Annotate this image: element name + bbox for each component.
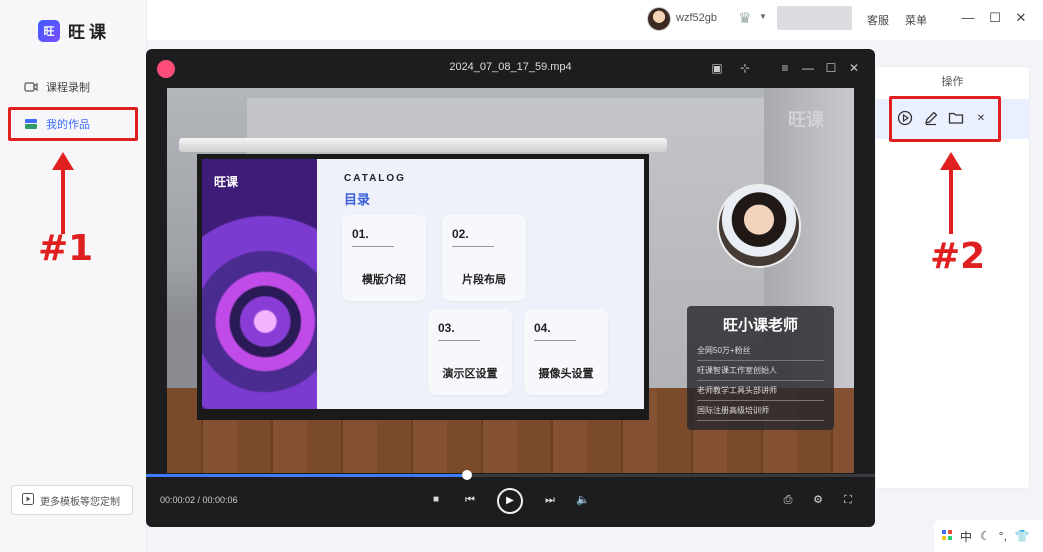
maximize-icon[interactable]: ☐ <box>987 10 1003 26</box>
catalog-card: 02. 片段布局 <box>442 215 526 301</box>
teacher-name: 旺小课老师 <box>722 317 798 334</box>
annotation-label-2: #2 <box>930 236 986 277</box>
projector-rail <box>179 138 667 152</box>
ime-toolbar: 中 ☾ °, 👕 <box>934 520 1043 552</box>
card-number: 02. <box>452 227 469 241</box>
card-line <box>352 246 394 247</box>
card-line <box>534 340 576 341</box>
progress-fill <box>146 474 467 477</box>
pin-icon[interactable]: ⊹ <box>737 60 753 76</box>
playlist-icon[interactable]: ≡ <box>777 60 793 76</box>
punctuation-icon[interactable]: °, <box>999 529 1007 543</box>
ime-language-toggle[interactable]: 中 <box>960 528 972 545</box>
teacher-info-line: 国际注册高级培训师 <box>697 401 824 421</box>
card-number: 01. <box>352 227 369 241</box>
account-placeholder <box>777 6 852 30</box>
player-minimize-icon[interactable]: — <box>800 60 816 76</box>
video-title: 2024_07_08_17_59.mp4 <box>449 61 572 73</box>
settings-icon[interactable]: ⚙ <box>809 491 827 509</box>
catalog-card: 01. 模版介绍 <box>342 215 426 301</box>
card-number: 04. <box>534 321 551 335</box>
play-square-icon <box>22 492 34 508</box>
sidebar: 旺 旺课 课程录制 我的作品 更多模板等您定制 <box>0 0 147 552</box>
edit-icon[interactable] <box>922 109 940 127</box>
next-icon[interactable]: ⏭ <box>541 491 559 509</box>
card-number: 03. <box>438 321 455 335</box>
catalog-card: 03. 演示区设置 <box>428 309 512 395</box>
delete-icon[interactable]: ✕ <box>972 109 990 127</box>
previous-icon[interactable]: ⏮ <box>461 491 479 509</box>
projection-screen: 旺课 CATALOG 目录 01. 模版介绍 02. 片段布局 03. 演示区设… <box>197 154 649 420</box>
card-line <box>452 246 494 247</box>
close-icon[interactable]: ✕ <box>1013 10 1029 26</box>
moon-icon[interactable]: ☾ <box>980 529 991 543</box>
teacher-info-card: 旺小课老师 全网50万+粉丝 旺课智课工作室创始人 老师教学工具头部讲师 国际注… <box>687 306 834 430</box>
slide-graphic: 旺课 <box>202 159 317 409</box>
annotation-arrow-1-line <box>61 168 65 234</box>
slide-heading: 目录 <box>344 192 371 207</box>
card-label: 摄像头设置 <box>538 368 594 380</box>
video-watermark: 旺课 <box>788 110 824 130</box>
shirt-icon[interactable]: 👕 <box>1015 529 1030 543</box>
teacher-info-line: 全网50万+粉丝 <box>697 341 824 361</box>
annotation-label-1: #1 <box>38 228 94 269</box>
menu-link[interactable]: 菜单 <box>905 12 927 28</box>
stop-icon[interactable]: ■ <box>427 491 445 509</box>
teacher-info-line: 旺课智课工作室创始人 <box>697 361 824 381</box>
more-templates-label: 更多模板等您定制 <box>40 496 120 508</box>
annotation-box-1 <box>8 107 138 141</box>
customer-service-link[interactable]: 客服 <box>867 12 889 28</box>
player-maximize-icon[interactable]: ☐ <box>823 60 839 76</box>
video-frame[interactable]: 旺课 旺课 CATALOG 目录 01. 模版介绍 02. 片段布局 03. 演… <box>167 88 854 473</box>
fullscreen-icon[interactable]: ⛶ <box>839 491 857 509</box>
player-title-bar: 2024_07_08_17_59.mp4 ▣ ⊹ ≡ — ☐ ✕ <box>146 49 875 87</box>
minimize-icon[interactable]: — <box>960 10 976 25</box>
card-label: 演示区设置 <box>442 368 498 380</box>
picture-in-picture-icon[interactable]: ▣ <box>709 60 725 76</box>
chevron-down-icon[interactable]: ▼ <box>759 12 767 21</box>
card-label: 片段布局 <box>462 274 506 286</box>
slide-catalog: CATALOG <box>344 173 406 184</box>
teacher-portrait <box>717 184 801 268</box>
slide: 旺课 CATALOG 目录 01. 模版介绍 02. 片段布局 03. 演示区设… <box>202 159 644 409</box>
video-record-icon <box>24 81 38 93</box>
sidebar-item-course-recording[interactable]: 课程录制 <box>14 74 134 100</box>
operations-header: 操作 <box>941 76 964 88</box>
ime-grid-icon[interactable] <box>942 529 952 543</box>
play-icon[interactable] <box>896 109 914 127</box>
volume-icon[interactable]: 🔈 <box>574 491 592 509</box>
progress-bar[interactable] <box>146 470 875 480</box>
teacher-info-line: 老师教学工具头部讲师 <box>697 381 824 401</box>
top-bar: wzf52gb ♛ ▼ 客服 菜单 — ☐ ✕ <box>147 0 1043 40</box>
vip-badge-icon[interactable]: ♛ <box>735 9 755 29</box>
folder-icon[interactable] <box>947 109 965 127</box>
username[interactable]: wzf52gb <box>676 12 717 24</box>
sidebar-item-label: 课程录制 <box>46 82 90 94</box>
card-label: 模版介绍 <box>362 274 406 286</box>
player-close-icon[interactable]: ✕ <box>846 60 862 76</box>
logo-text: 旺课 <box>68 23 110 42</box>
more-templates-button[interactable]: 更多模板等您定制 <box>11 485 133 515</box>
catalog-card: 04. 摄像头设置 <box>524 309 608 395</box>
playback-time: 00:00:02 / 00:00:06 <box>160 495 238 505</box>
avatar[interactable] <box>647 7 671 31</box>
play-button[interactable]: ▶ <box>497 488 523 514</box>
video-player-window: 2024_07_08_17_59.mp4 ▣ ⊹ ≡ — ☐ ✕ 旺课 旺课 C… <box>146 49 875 527</box>
annotation-arrow-2-line <box>949 168 953 234</box>
logo-icon: 旺 <box>38 19 60 42</box>
card-line <box>438 340 480 341</box>
progress-handle[interactable] <box>461 470 472 480</box>
app-logo: 旺 旺课 <box>38 18 110 43</box>
screenshot-icon[interactable]: ⎙ <box>779 491 797 509</box>
slide-logo: 旺课 <box>214 175 239 189</box>
